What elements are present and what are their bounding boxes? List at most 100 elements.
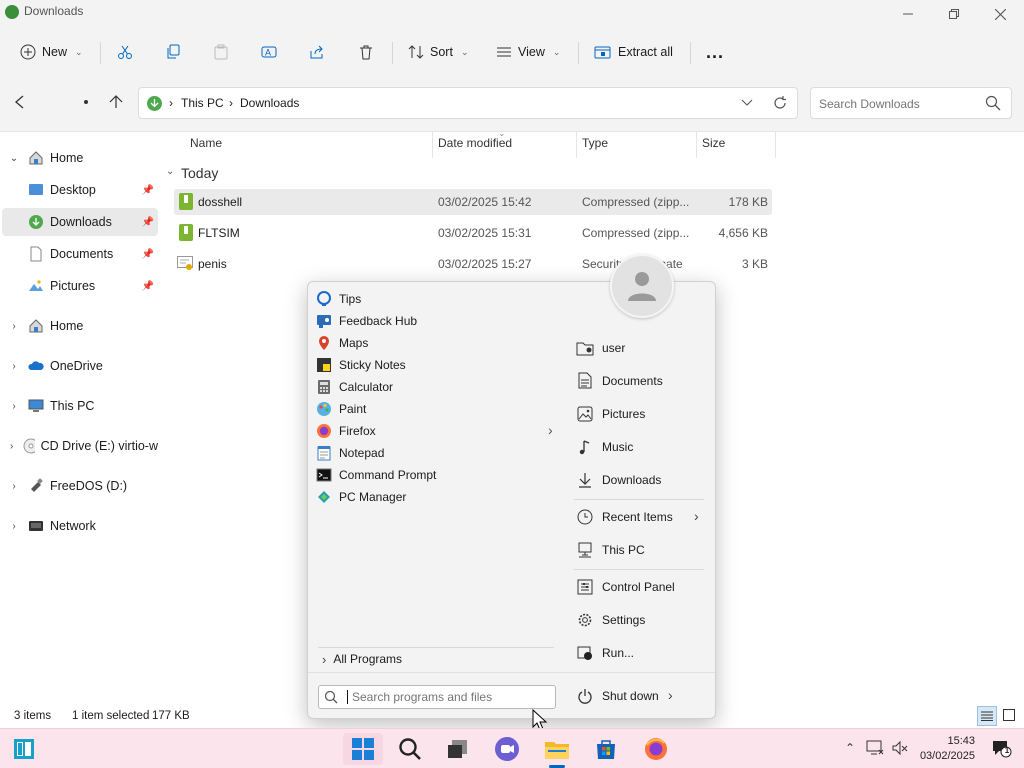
sidebar-item-home-quick[interactable]: ⌄ Home (2, 144, 158, 172)
chevron-right-icon[interactable]: › (6, 441, 17, 452)
place-run[interactable]: Run... (572, 636, 708, 669)
column-header-date[interactable]: Date modified (438, 136, 512, 150)
column-divider[interactable] (576, 132, 577, 158)
taskbar-file-explorer-button[interactable] (541, 733, 573, 765)
program-paint[interactable]: Paint (316, 398, 556, 420)
close-button[interactable] (977, 0, 1023, 28)
place-downloads[interactable]: Downloads (572, 463, 708, 496)
shutdown-button[interactable]: Shut down › (572, 679, 692, 712)
chevron-right-icon[interactable]: › (668, 687, 673, 703)
program-calculator[interactable]: Calculator (316, 376, 556, 398)
address-bar[interactable]: › This PC › Downloads (138, 87, 798, 119)
taskbar-task-view-button[interactable] (442, 733, 474, 765)
place-settings[interactable]: Settings (572, 603, 708, 636)
program-feedback-hub[interactable]: Feedback Hub (316, 310, 556, 332)
column-header-name[interactable]: Name (190, 136, 222, 150)
sidebar-item-this-pc[interactable]: › This PC (2, 392, 158, 420)
chevron-right-icon[interactable]: › (6, 521, 22, 532)
avatar[interactable] (610, 254, 674, 318)
chevron-down-icon[interactable]: ⌄ (6, 153, 22, 164)
place-documents[interactable]: Documents (572, 364, 708, 397)
place-control-panel[interactable]: Control Panel (572, 570, 708, 603)
sidebar-item-home[interactable]: › Home (2, 312, 158, 340)
program-firefox[interactable]: Firefox › (316, 420, 556, 442)
place-recent-items[interactable]: Recent Items › (572, 500, 708, 533)
column-header-type[interactable]: Type (582, 136, 608, 150)
file-row[interactable]: dosshell 03/02/2025 15:42 Compressed (zi… (174, 189, 772, 215)
extract-all-button[interactable]: Extract all (594, 38, 673, 66)
details-view-button[interactable] (977, 706, 997, 726)
show-hidden-icons-button[interactable]: ⌃ (845, 741, 855, 755)
start-search-input[interactable] (352, 689, 548, 705)
clock[interactable]: 15:43 03/02/2025 (919, 734, 975, 764)
program-sticky-notes[interactable]: Sticky Notes (316, 354, 556, 376)
rename-button[interactable]: A (261, 38, 277, 66)
place-this-pc[interactable]: This PC (572, 533, 708, 566)
paste-button[interactable] (213, 38, 229, 66)
cut-button[interactable] (117, 38, 133, 66)
sidebar-item-documents[interactable]: Documents 📌 (2, 240, 158, 268)
pin-icon[interactable]: 📌 (142, 249, 154, 260)
sidebar-item-pictures[interactable]: Pictures 📌 (2, 272, 158, 300)
column-header-size[interactable]: Size (702, 136, 725, 150)
column-divider[interactable] (432, 132, 433, 158)
search-input[interactable] (819, 95, 979, 113)
program-notepad[interactable]: Notepad (316, 442, 556, 464)
view-button[interactable]: View ⌄ (496, 38, 560, 66)
chevron-right-icon[interactable]: › (6, 401, 22, 412)
taskbar-search-button[interactable] (394, 733, 426, 765)
taskbar-chat-button[interactable] (491, 733, 523, 765)
program-pc-manager[interactable]: PC Manager (316, 486, 556, 508)
share-button[interactable] (309, 38, 325, 66)
column-divider[interactable] (775, 132, 776, 158)
all-programs-button[interactable]: › All Programs (316, 648, 556, 670)
chevron-right-icon[interactable]: › (6, 321, 22, 332)
sort-button[interactable]: Sort ⌄ (408, 38, 468, 66)
program-maps[interactable]: Maps (316, 332, 556, 354)
column-divider[interactable] (696, 132, 697, 158)
forward-button[interactable] (84, 100, 88, 104)
back-button[interactable] (12, 94, 28, 110)
address-history-button[interactable] (741, 95, 753, 109)
chevron-right-icon[interactable]: › (6, 361, 22, 372)
program-command-prompt[interactable]: Command Prompt (316, 464, 556, 486)
refresh-button[interactable] (773, 96, 787, 110)
group-header-today[interactable]: Today (181, 165, 218, 181)
sidebar-item-desktop[interactable]: Desktop 📌 (2, 176, 158, 204)
delete-button[interactable] (358, 38, 374, 66)
sidebar-item-cd-drive[interactable]: › CD Drive (E:) virtio-w (2, 432, 158, 460)
maximize-button[interactable] (931, 0, 977, 28)
minimize-button[interactable] (885, 0, 931, 28)
group-collapse-icon[interactable]: ⌄ (166, 166, 174, 177)
chevron-right-icon[interactable]: › (6, 481, 22, 492)
copy-button[interactable] (165, 38, 181, 66)
up-button[interactable] (108, 94, 124, 110)
chevron-right-icon[interactable]: › (548, 422, 553, 438)
file-row[interactable]: FLTSIM 03/02/2025 15:31 Compressed (zipp… (174, 220, 772, 246)
sidebar-item-freedos[interactable]: › FreeDOS (D:) (2, 472, 158, 500)
tiles-view-button[interactable] (1003, 709, 1015, 721)
program-tips[interactable]: Tips (316, 288, 556, 310)
pin-icon[interactable]: 📌 (142, 281, 154, 292)
more-options-button[interactable]: ... (706, 38, 724, 66)
taskbar-start-classic-button[interactable] (8, 733, 40, 765)
place-user[interactable]: user (572, 331, 708, 364)
breadcrumb-this-pc[interactable]: This PC (181, 96, 224, 110)
start-search-box[interactable] (318, 685, 556, 709)
notifications-button[interactable]: 1 (992, 739, 1012, 759)
sidebar-item-onedrive[interactable]: › OneDrive (2, 352, 158, 380)
sidebar-item-network[interactable]: › Network (2, 512, 158, 540)
breadcrumb-downloads[interactable]: Downloads (240, 96, 299, 110)
search-downloads-box[interactable] (810, 87, 1012, 119)
sidebar-item-downloads[interactable]: Downloads 📌 (2, 208, 158, 236)
pin-icon[interactable]: 📌 (142, 185, 154, 196)
volume-muted-icon[interactable] (891, 739, 909, 757)
place-pictures[interactable]: Pictures (572, 397, 708, 430)
chevron-right-icon[interactable]: › (694, 508, 699, 524)
pin-icon[interactable]: 📌 (142, 217, 154, 228)
network-status-icon[interactable] (866, 739, 884, 757)
taskbar-firefox-button[interactable] (640, 733, 672, 765)
place-music[interactable]: Music (572, 430, 708, 463)
taskbar-store-button[interactable] (590, 733, 622, 765)
new-button[interactable]: New ⌄ (20, 38, 83, 66)
